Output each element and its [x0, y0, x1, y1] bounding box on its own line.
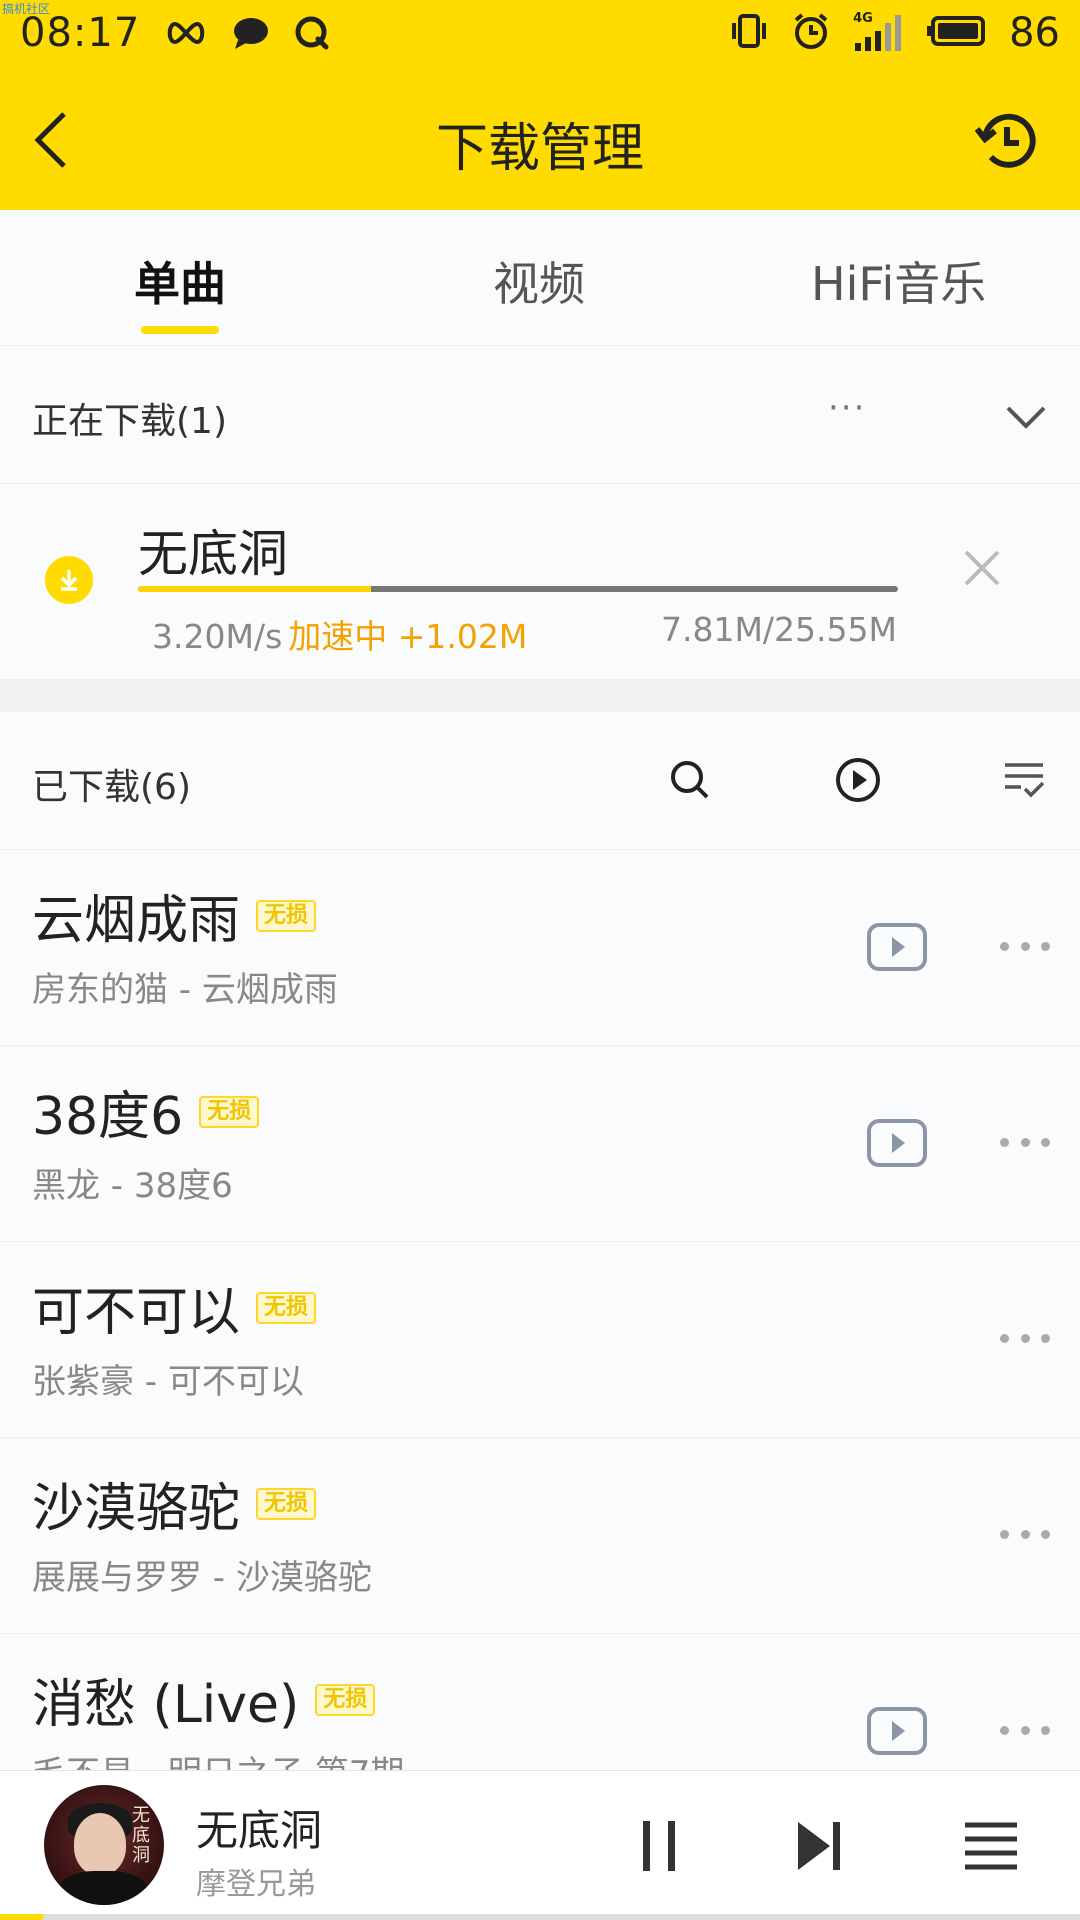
- song-row[interactable]: 38度6 无损 黑龙 - 38度6: [0, 1046, 1080, 1242]
- alarm-icon: [791, 11, 831, 55]
- skip-next-icon: [798, 1822, 840, 1870]
- tab-hifi-music[interactable]: HiFi音乐: [811, 248, 986, 314]
- song-subtitle: 房东的猫 - 云烟成雨: [32, 970, 338, 1010]
- downloading-section-header[interactable]: 正在下载(1) ···: [0, 346, 1080, 484]
- speed-value: 3.20M/s: [152, 617, 283, 656]
- song-row[interactable]: 可不可以 无损 张紫豪 - 可不可以: [0, 1242, 1080, 1438]
- song-row[interactable]: 云烟成雨 无损 房东的猫 - 云烟成雨: [0, 850, 1080, 1046]
- song-subtitle: 黑龙 - 38度6: [32, 1166, 233, 1206]
- close-icon[interactable]: [960, 546, 1004, 590]
- song-title: 沙漠骆驼: [32, 1479, 241, 1539]
- downloading-item[interactable]: 无底洞 3.20M/s 加速中 +1.02M 7.81M/25.55M: [0, 484, 1080, 680]
- downloaded-section-header: 已下载(6): [0, 712, 1080, 850]
- tab-singles[interactable]: 单曲: [134, 248, 226, 314]
- song-row[interactable]: 消愁 (Live) 无损 毛不易 - 明日之子 第7期: [0, 1634, 1080, 1770]
- song-subtitle: 毛不易 - 明日之子 第7期: [32, 1746, 404, 1770]
- watermark: 搞机社区: [2, 2, 51, 16]
- pause-button[interactable]: [624, 1811, 694, 1881]
- search-icon: [671, 761, 709, 799]
- search-button[interactable]: [664, 754, 716, 806]
- list-check-icon: [1005, 763, 1045, 798]
- mv-play-icon[interactable]: [866, 922, 928, 972]
- song-row[interactable]: 沙漠骆驼 无损 展展与罗罗 - 沙漠骆驼: [0, 1438, 1080, 1634]
- battery-percent: 86: [1009, 10, 1060, 56]
- lossless-badge: 无损: [256, 899, 317, 932]
- batch-select-button[interactable]: [998, 754, 1050, 806]
- playback-progress-bar[interactable]: [0, 1914, 1080, 1920]
- play-circle-icon: [836, 758, 880, 802]
- download-status-icon[interactable]: [45, 556, 93, 604]
- acceleration-label: 加速中 +1.02M: [288, 617, 528, 656]
- infinity-icon: [164, 20, 208, 46]
- chevron-down-icon[interactable]: [1004, 396, 1048, 436]
- battery-icon: [927, 15, 987, 51]
- song-title: 可不可以: [32, 1283, 241, 1343]
- song-title: 消愁 (Live): [32, 1675, 300, 1735]
- player-song-title: 无底洞: [196, 1806, 323, 1855]
- downloading-more-button[interactable]: ···: [828, 388, 866, 428]
- player-artist: 摩登兄弟: [196, 1867, 316, 1902]
- mv-play-icon[interactable]: [866, 1706, 928, 1756]
- download-size: 7.81M/25.55M: [660, 610, 897, 649]
- lossless-badge: 无损: [256, 1487, 317, 1520]
- section-divider: [0, 680, 1080, 712]
- history-button[interactable]: [972, 106, 1042, 176]
- more-options-icon[interactable]: [1000, 1124, 1050, 1160]
- lossless-badge: 无损: [315, 1683, 376, 1716]
- playlist-icon: [965, 1822, 1017, 1870]
- song-title: 38度6: [32, 1087, 184, 1147]
- play-all-button[interactable]: [832, 754, 884, 806]
- download-progress-bar: [138, 586, 898, 592]
- message-bubble-icon: [232, 16, 270, 50]
- active-tab-indicator: [141, 326, 219, 334]
- album-cover[interactable]: 无底洞: [44, 1785, 164, 1905]
- next-button[interactable]: [784, 1811, 854, 1881]
- more-options-icon[interactable]: [1000, 1516, 1050, 1552]
- song-title: 云烟成雨: [32, 891, 241, 951]
- signal-4g-icon: 4G: [853, 11, 905, 53]
- status-bar: 08:17 4G 86: [0, 0, 1080, 66]
- mv-play-icon[interactable]: [866, 1118, 928, 1168]
- downloaded-label: 已下载(6): [32, 767, 191, 808]
- mini-player[interactable]: 无底洞 无底洞 摩登兄弟: [0, 1770, 1080, 1920]
- title-bar: 下载管理: [0, 66, 1080, 210]
- downloaded-song-list: 云烟成雨 无损 房东的猫 - 云烟成雨 38度6 无损 黑龙 - 38度6 可不可以…: [0, 850, 1080, 1770]
- more-options-icon[interactable]: [1000, 1320, 1050, 1356]
- more-options-icon[interactable]: [1000, 928, 1050, 964]
- qq-icon: [294, 15, 330, 51]
- song-subtitle: 展展与罗罗 - 沙漠骆驼: [32, 1558, 372, 1598]
- vibrate-icon: [729, 13, 769, 53]
- tab-videos[interactable]: 视频: [493, 248, 585, 314]
- history-icon: [974, 113, 1036, 168]
- song-subtitle: 张紫豪 - 可不可以: [32, 1362, 304, 1402]
- pause-icon: [643, 1821, 675, 1871]
- lossless-badge: 无损: [256, 1291, 317, 1324]
- lossless-badge: 无损: [199, 1095, 260, 1128]
- playlist-button[interactable]: [956, 1811, 1026, 1881]
- more-options-icon[interactable]: [1000, 1712, 1050, 1748]
- cover-art-text: 无底洞: [129, 1805, 150, 1865]
- downloading-song-title: 无底洞: [138, 525, 288, 583]
- downloading-label: 正在下载(1): [32, 401, 227, 442]
- tab-bar: 单曲 视频 HiFi音乐: [0, 210, 1080, 346]
- download-speed: 3.20M/s 加速中 +1.02M: [152, 610, 527, 658]
- page-title: 下载管理: [435, 119, 644, 179]
